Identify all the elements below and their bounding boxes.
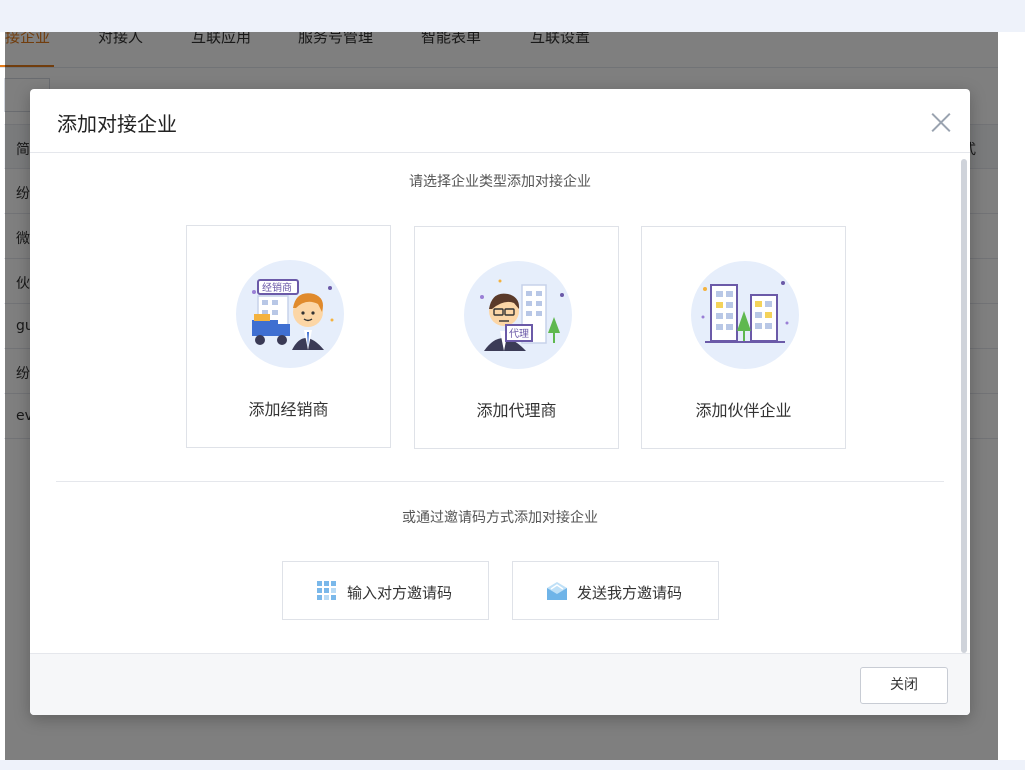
dialog-footer: 关闭 [30, 653, 970, 715]
send-invite-code-label: 发送我方邀请码 [577, 584, 683, 602]
dialog-title: 添加对接企业 [57, 112, 177, 136]
dialog-header: 添加对接企业 [30, 89, 970, 153]
add-agent-label: 添加代理商 [476, 401, 557, 420]
section-divider [56, 481, 944, 482]
modal-overlay: 添加对接企业 请选择企业类型添加对接企业 经销商 添加经销商 代理 添加代理商 … [0, 0, 1025, 770]
invite-code-hint: 或通过邀请码方式添加对接企业 [402, 510, 598, 526]
dialog-scrollbar[interactable] [961, 159, 967, 653]
dialog-body: 请选择企业类型添加对接企业 经销商 添加经销商 代理 添加代理商 添加伙伴企业 … [30, 153, 970, 653]
partner-illustration-icon [691, 261, 799, 369]
dealer-illustration-icon: 经销商 [236, 260, 344, 368]
close-button[interactable]: 关闭 [860, 667, 948, 704]
send-invite-code-button[interactable]: 发送我方邀请码 [512, 561, 719, 620]
svg-text:经销商: 经销商 [262, 281, 292, 294]
add-partner-card[interactable]: 添加伙伴企业 [641, 226, 846, 449]
add-agent-card[interactable]: 代理 添加代理商 [414, 226, 619, 449]
add-dealer-card[interactable]: 经销商 添加经销商 [186, 225, 391, 448]
add-dealer-label: 添加经销商 [248, 400, 329, 419]
agent-illustration-icon: 代理 [464, 261, 572, 369]
grid-dots-icon [317, 581, 336, 600]
enter-invite-code-button[interactable]: 输入对方邀请码 [282, 561, 489, 620]
close-icon[interactable] [930, 111, 952, 133]
add-enterprise-dialog: 添加对接企业 请选择企业类型添加对接企业 经销商 添加经销商 代理 添加代理商 … [30, 89, 970, 715]
select-type-hint: 请选择企业类型添加对接企业 [409, 174, 591, 190]
svg-text:代理: 代理 [509, 328, 529, 340]
enter-invite-code-label: 输入对方邀请码 [347, 584, 453, 602]
add-partner-label: 添加伙伴企业 [695, 401, 792, 420]
envelope-icon [547, 582, 567, 600]
